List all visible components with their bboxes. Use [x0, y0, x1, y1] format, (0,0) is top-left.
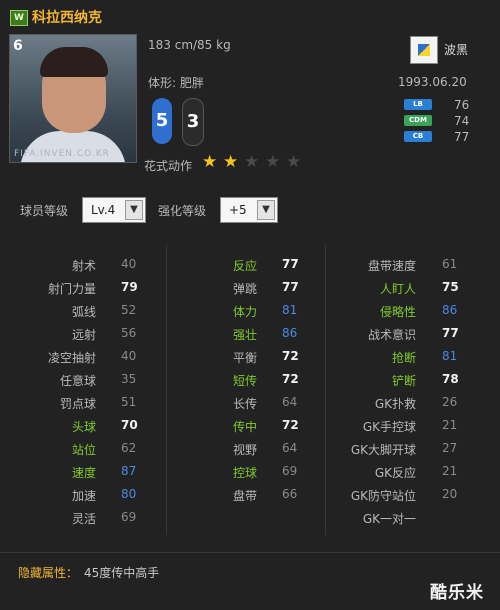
player-photo: 6 FIFA.INVEN.CO.KR — [9, 34, 137, 163]
attribute-row: GK大脚开球 — [0, 441, 416, 459]
position-badge: CB — [404, 131, 432, 142]
attribute-value-cell: 21 — [442, 418, 472, 436]
attribute-value: 21 — [442, 418, 458, 432]
section-divider — [0, 552, 500, 553]
star-icon: ★ — [202, 152, 218, 172]
attribute-label: 战术意识 — [367, 328, 416, 342]
card-header: W 科拉西纳克 — [0, 0, 500, 34]
attribute-value-cell: 77 — [442, 326, 472, 344]
attribute-row: 侵略性 — [0, 303, 416, 321]
attribute-value-cell: 61 — [442, 257, 472, 275]
body-type-label: 体形: 肥胖 — [148, 76, 204, 90]
attribute-row: 战术意识 — [0, 326, 416, 344]
attribute-table: 射术 40 射门力量 79 弧线 52 远射 56 凌空抽射 40 任意球 35 罚点球 51 头球 70 站位… — [0, 235, 500, 555]
position-row: CB 77 — [404, 130, 494, 144]
chevron-down-icon: ▼ — [257, 200, 275, 220]
attribute-label: GK反应 — [374, 466, 416, 480]
position-row: LB 76 — [404, 98, 494, 112]
attribute-value-cell: 20 — [442, 487, 472, 505]
position-rating: 77 — [454, 130, 470, 144]
squad-number: 6 — [13, 38, 23, 54]
attribute-label: GK扑救 — [374, 397, 416, 411]
position-rating: 74 — [454, 114, 470, 128]
attribute-row: GK反应 — [0, 464, 416, 482]
hidden-traits-label: 隐藏属性： — [18, 566, 79, 580]
attribute-value-cell: 86 — [442, 303, 472, 321]
right-foot-rating: 3 — [182, 98, 204, 146]
bosnia-flag-icon — [410, 36, 438, 64]
left-foot-rating: 5 — [152, 98, 172, 144]
attribute-row: 盘带速度 — [0, 257, 416, 275]
player-level-select[interactable]: Lv.4 ▼ — [82, 197, 146, 223]
hidden-traits-value: 45度传中高手 — [84, 566, 160, 580]
chevron-down-icon: ▼ — [125, 200, 143, 220]
player-level-value: Lv.4 — [91, 203, 116, 217]
photo-watermark: FIFA.INVEN.CO.KR — [14, 149, 110, 159]
attribute-value: 86 — [442, 303, 458, 317]
player-level-label: 球员等级 — [20, 204, 69, 218]
attribute-row: 抢断 — [0, 349, 416, 367]
attribute-value-cell: 27 — [442, 441, 472, 459]
player-name: 科拉西纳克 — [32, 10, 102, 26]
enhance-level-value: +5 — [229, 203, 247, 217]
attribute-value: 81 — [442, 349, 458, 363]
position-row: CDM 74 — [404, 114, 494, 128]
position-badge: CDM — [404, 115, 432, 126]
attribute-value-cell: 75 — [442, 280, 472, 298]
season-badge-icon: W — [10, 10, 28, 26]
attribute-label: 抢断 — [391, 351, 416, 365]
attribute-value: 75 — [442, 280, 459, 294]
attribute-value-cell — [442, 510, 472, 528]
attribute-label: 侵略性 — [379, 305, 416, 319]
attribute-value: 78 — [442, 372, 459, 386]
attribute-row: GK手控球 — [0, 418, 416, 436]
attribute-value-cell: 81 — [442, 349, 472, 367]
attribute-value: 61 — [442, 257, 458, 271]
attribute-value-cell: 78 — [442, 372, 472, 390]
star-icon: ★ — [223, 152, 239, 172]
site-logo: 酷乐米 — [430, 583, 484, 603]
attribute-label: 盘带速度 — [367, 259, 416, 273]
attribute-row: 人盯人 — [0, 280, 416, 298]
height-weight: 183 cm/85 kg — [148, 38, 231, 52]
attribute-label: GK手控球 — [362, 420, 416, 434]
attribute-value: 27 — [442, 441, 458, 455]
attribute-value: 21 — [442, 464, 458, 478]
nation-label: 波黑 — [444, 43, 469, 57]
attribute-row: GK一对一 — [0, 510, 416, 528]
attribute-value: 77 — [442, 326, 459, 340]
attribute-row: GK防守站位 — [0, 487, 416, 505]
star-icon: ★ — [286, 152, 302, 172]
attribute-value: 26 — [442, 395, 458, 409]
attribute-value-cell: 21 — [442, 464, 472, 482]
attribute-label: GK大脚开球 — [350, 443, 416, 457]
attribute-label: 人盯人 — [379, 282, 416, 296]
enhance-level-label: 强化等级 — [158, 204, 207, 218]
attribute-label: GK一对一 — [362, 512, 416, 526]
skill-moves-label: 花式动作 — [144, 159, 193, 173]
star-icon: ★ — [244, 152, 260, 172]
attribute-value-cell: 26 — [442, 395, 472, 413]
hair-graphic — [40, 47, 108, 77]
attribute-row: GK扑救 — [0, 395, 416, 413]
attribute-label: 铲断 — [391, 374, 416, 388]
birthdate: 1993.06.20 — [398, 75, 467, 89]
star-icon: ★ — [265, 152, 281, 172]
enhance-level-select[interactable]: +5 ▼ — [220, 197, 278, 223]
position-rating: 76 — [454, 98, 470, 112]
attribute-row: 铲断 — [0, 372, 416, 390]
player-card: W 科拉西纳克 6 FIFA.INVEN.CO.KR 183 cm/85 kg … — [0, 0, 500, 610]
attribute-value: 20 — [442, 487, 458, 501]
position-badge: LB — [404, 99, 432, 110]
attribute-label: GK防守站位 — [350, 489, 416, 503]
